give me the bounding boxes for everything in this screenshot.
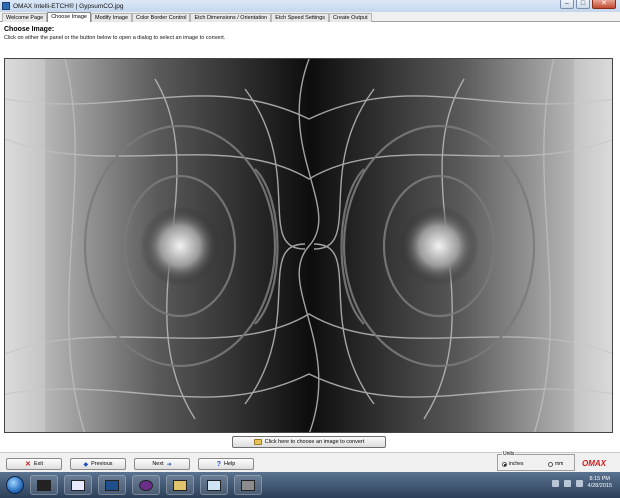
tab-choose-image[interactable]: Choose Image xyxy=(47,12,91,22)
exit-button[interactable]: ✕ Exit xyxy=(6,458,62,470)
taskbar-app-3[interactable] xyxy=(98,475,126,495)
tray-arrow-icon[interactable] xyxy=(551,479,559,487)
omax-app-icon xyxy=(241,479,255,491)
radio-unselected-icon xyxy=(548,461,553,467)
minimize-button[interactable]: – xyxy=(560,0,574,9)
exit-button-label: Exit xyxy=(33,461,44,467)
window-controls: – □ ✕ xyxy=(560,0,616,9)
document-icon xyxy=(207,479,221,491)
system-tray: 8:15 PM 4/28/2015 xyxy=(551,476,612,490)
terminal-icon xyxy=(37,479,51,491)
tab-modify-image[interactable]: Modify Image xyxy=(90,13,132,22)
help-app-icon xyxy=(139,479,153,491)
media-icon xyxy=(105,479,119,491)
preview-image xyxy=(5,59,612,432)
arrow-left-icon: ◆ xyxy=(83,461,89,468)
window-title: OMAX Intelli-ETCH® | GypsumCO.jpg xyxy=(13,2,124,10)
exit-icon: ✕ xyxy=(24,461,31,468)
clock-date: 4/28/2015 xyxy=(587,483,612,489)
page-title: Choose Image: xyxy=(4,26,55,33)
help-button-label: Help xyxy=(223,461,236,467)
units-inches-label: inches xyxy=(509,461,524,467)
tab-color-border-control[interactable]: Color Border Control xyxy=(132,13,191,22)
taskbar-app-5[interactable] xyxy=(166,475,194,495)
arrow-right-icon: ➔ xyxy=(166,461,172,468)
network-icon[interactable] xyxy=(563,479,571,487)
maximize-button[interactable]: □ xyxy=(576,0,590,9)
taskbar-app-2[interactable] xyxy=(64,475,92,495)
close-button[interactable]: ✕ xyxy=(592,0,616,9)
omax-logo: OMAX xyxy=(582,459,606,468)
choose-image-button-label: Click here to choose an image to convert xyxy=(264,439,365,445)
previous-button-label: Previous xyxy=(91,461,113,467)
units-title: Units xyxy=(502,451,516,457)
app-icon xyxy=(2,2,10,10)
next-button-label: Next xyxy=(152,461,164,467)
choose-image-button[interactable]: Click here to choose an image to convert xyxy=(232,436,386,448)
instructions-text: Click on either the panel or the button … xyxy=(4,35,226,41)
units-mm-label: mm xyxy=(555,461,564,467)
image-preview-panel[interactable] xyxy=(4,58,613,433)
tab-etch-dimensions[interactable]: Etch Dimensions / Orientation xyxy=(190,13,272,22)
tab-welcome-page[interactable]: Welcome Page xyxy=(2,13,48,22)
help-icon: ? xyxy=(216,460,221,468)
start-button[interactable] xyxy=(6,476,24,494)
taskbar-app-4[interactable] xyxy=(132,475,160,495)
units-mm-radio[interactable]: mm xyxy=(548,461,563,467)
open-folder-icon xyxy=(253,439,262,445)
units-inches-radio[interactable]: inches xyxy=(502,461,523,467)
next-button[interactable]: Next ➔ xyxy=(134,458,190,470)
help-button[interactable]: ? Help xyxy=(198,458,254,470)
title-bar: OMAX Intelli-ETCH® | GypsumCO.jpg – □ ✕ xyxy=(0,0,620,12)
taskbar-app-6[interactable] xyxy=(200,475,228,495)
previous-button[interactable]: ◆ Previous xyxy=(70,458,126,470)
taskbar-app-1[interactable] xyxy=(30,475,58,495)
folder-icon xyxy=(173,479,187,491)
radio-selected-icon xyxy=(502,461,507,467)
units-group: Units inches mm xyxy=(497,451,575,471)
clock[interactable]: 8:15 PM 4/28/2015 xyxy=(588,476,612,490)
taskbar-app-7[interactable] xyxy=(234,475,262,495)
taskbar xyxy=(0,472,620,498)
tab-create-output[interactable]: Create Output xyxy=(329,13,372,22)
volume-icon[interactable] xyxy=(575,479,583,487)
clock-time: 8:15 PM xyxy=(589,476,610,482)
tab-etch-speed-settings[interactable]: Etch Speed Settings xyxy=(271,13,330,22)
tab-strip: Welcome Page Choose Image Modify Image C… xyxy=(0,12,620,22)
window-icon xyxy=(71,479,85,491)
